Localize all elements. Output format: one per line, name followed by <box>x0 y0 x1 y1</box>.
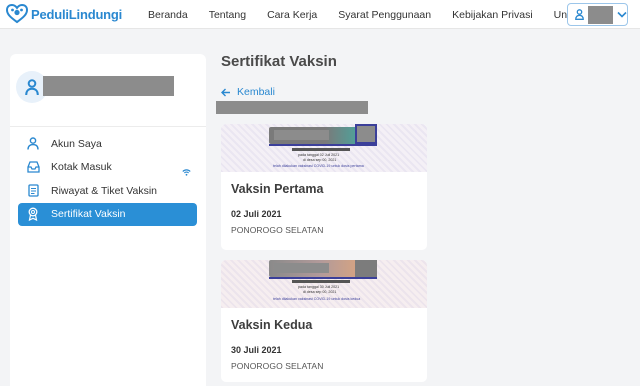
brand-name: PeduliLindungi <box>31 6 123 22</box>
heart-logo-icon <box>6 4 28 24</box>
nav-kebijakan-privasi[interactable]: Kebijakan Privasi <box>452 9 533 21</box>
user-name-redacted <box>588 5 613 24</box>
card-body: Vaksin Pertama 02 Juli 2021 PONOROGO SEL… <box>221 172 427 245</box>
card-location: PONOROGO SELATAN <box>231 225 324 235</box>
sidebar-item-label: Sertifikat Vaksin <box>51 208 126 220</box>
user-icon <box>25 136 41 152</box>
notification-icon <box>182 163 191 181</box>
certificate-underline <box>269 277 377 279</box>
profile-header <box>10 54 206 116</box>
subtitle-redacted <box>216 101 368 114</box>
certificate-underline <box>269 144 377 146</box>
sidebar-item-kotak-masuk[interactable]: Kotak Masuk <box>18 156 197 179</box>
arrow-left-icon <box>221 88 230 96</box>
main-nav: Beranda Tentang Cara Kerja Syarat Penggu… <box>148 0 606 29</box>
card-date: 30 Juli 2021 <box>231 345 282 355</box>
card-title: Vaksin Pertama <box>231 182 324 196</box>
certificate-id-redacted <box>292 280 350 283</box>
sidebar-item-label: Riwayat & Tiket Vaksin <box>51 184 158 197</box>
sidebar-menu: Akun Saya Kotak Masuk Riwayat & Tiket Va… <box>18 132 197 226</box>
back-link[interactable]: Kembali <box>221 86 275 98</box>
certificate-icon <box>25 206 41 222</box>
back-link-label: Kembali <box>237 86 275 98</box>
certificate-name-redacted <box>274 263 329 273</box>
sidebar-item-label: Kotak Masuk <box>51 161 112 173</box>
brand-logo[interactable]: PeduliLindungi <box>6 4 122 24</box>
sidebar-item-akun-saya[interactable]: Akun Saya <box>18 132 197 155</box>
vaccine-card-first[interactable]: pada tanggal 02 Juli 2021 di desa sep 00… <box>221 124 427 250</box>
chevron-down-icon <box>617 11 627 18</box>
vaccine-card-second[interactable]: pada tanggal 30 Juli 2021 di desa sep 00… <box>221 260 427 382</box>
user-icon <box>575 9 584 20</box>
nav-syarat-penggunaan[interactable]: Syarat Penggunaan <box>338 9 431 21</box>
nav-beranda[interactable]: Beranda <box>148 9 188 21</box>
nav-tentang[interactable]: Tentang <box>209 9 246 21</box>
certificate-preview: pada tanggal 30 Juli 2021 di desa sep 00… <box>221 260 427 308</box>
certificate-text: di desa sep 00, 2021 <box>303 290 337 294</box>
sidebar: Akun Saya Kotak Masuk Riwayat & Tiket Va… <box>10 54 206 386</box>
certificate-text: pada tanggal 02 Juli 2021 <box>298 153 340 157</box>
sidebar-item-sertifikat-vaksin[interactable]: Sertifikat Vaksin <box>18 202 197 226</box>
card-body: Vaksin Kedua 30 Juli 2021 PONOROGO SELAT… <box>221 308 427 381</box>
card-location: PONOROGO SELATAN <box>231 361 324 371</box>
certificate-text: di desa sep 00, 2021 <box>303 158 337 162</box>
profile-name-redacted <box>43 76 174 96</box>
certificate-text: telah dilakukan vaksinasi COVID-19 untuk… <box>273 164 364 168</box>
certificate-text: pada tanggal 30 Juli 2021 <box>298 285 340 289</box>
certificate-id-redacted <box>292 148 350 151</box>
certificate-text: telah dilakukan vaksinasi COVID-19 untuk… <box>273 297 361 301</box>
user-avatar-icon <box>25 78 39 95</box>
certificate-preview: pada tanggal 02 Juli 2021 di desa sep 00… <box>221 124 427 172</box>
card-date: 02 Juli 2021 <box>231 209 282 219</box>
page-title: Sertifikat Vaksin <box>221 53 337 70</box>
sidebar-divider <box>10 126 206 127</box>
sidebar-item-label: Akun Saya <box>51 137 102 150</box>
top-navbar: PeduliLindungi Beranda Tentang Cara Kerj… <box>0 0 640 29</box>
nav-cara-kerja[interactable]: Cara Kerja <box>267 9 317 21</box>
certificate-name-redacted <box>274 130 329 140</box>
user-menu-button[interactable] <box>567 3 628 26</box>
inbox-icon <box>25 159 41 175</box>
certificate-qr-frame <box>355 124 377 144</box>
card-title: Vaksin Kedua <box>231 318 313 332</box>
certificate-qr-frame <box>355 260 377 277</box>
document-icon <box>25 183 41 199</box>
sidebar-item-riwayat-tiket-vaksin[interactable]: Riwayat & Tiket Vaksin <box>18 179 197 202</box>
